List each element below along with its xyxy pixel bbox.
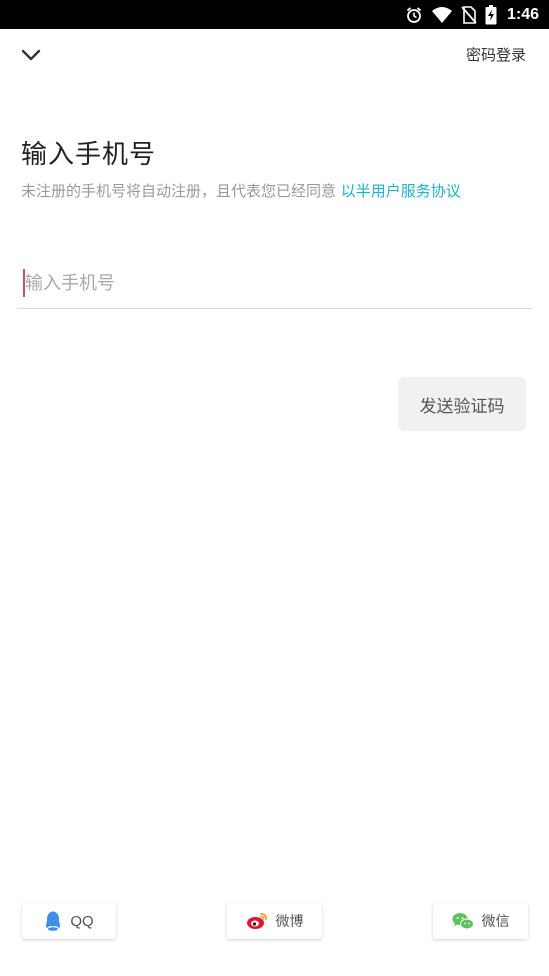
wechat-label: 微信 (481, 914, 510, 930)
alarm-icon (405, 6, 423, 24)
weibo-login-button[interactable]: 微博 (227, 903, 322, 939)
weibo-icon (246, 912, 268, 930)
phone-field-row (17, 258, 532, 309)
page-title: 输入手机号 (21, 140, 157, 170)
send-code-button[interactable]: 发送验证码 (398, 377, 526, 431)
agreement-notice-text: 未注册的手机号将自动注册，且代表您已经同意 (21, 182, 341, 200)
wifi-icon (431, 6, 453, 24)
status-bar: 1:46 (0, 0, 549, 29)
user-agreement-link[interactable]: 以半用户服务协议 (341, 182, 461, 200)
qq-label: QQ (70, 912, 94, 930)
qq-penguin-icon (44, 911, 62, 931)
wechat-icon (452, 912, 474, 930)
agreement-notice: 未注册的手机号将自动注册，且代表您已经同意 以半用户服务协议 (21, 180, 461, 201)
status-time: 1:46 (506, 5, 539, 23)
chevron-down-icon (21, 46, 41, 65)
phone-input[interactable] (25, 263, 505, 303)
password-login-link[interactable]: 密码登录 (466, 44, 526, 65)
no-sim-icon (461, 5, 477, 24)
qq-login-button[interactable]: QQ (22, 903, 116, 939)
wechat-login-button[interactable]: 微信 (433, 903, 528, 939)
battery-charging-icon (485, 4, 497, 25)
collapse-button[interactable] (16, 42, 46, 68)
weibo-label: 微博 (275, 914, 304, 930)
